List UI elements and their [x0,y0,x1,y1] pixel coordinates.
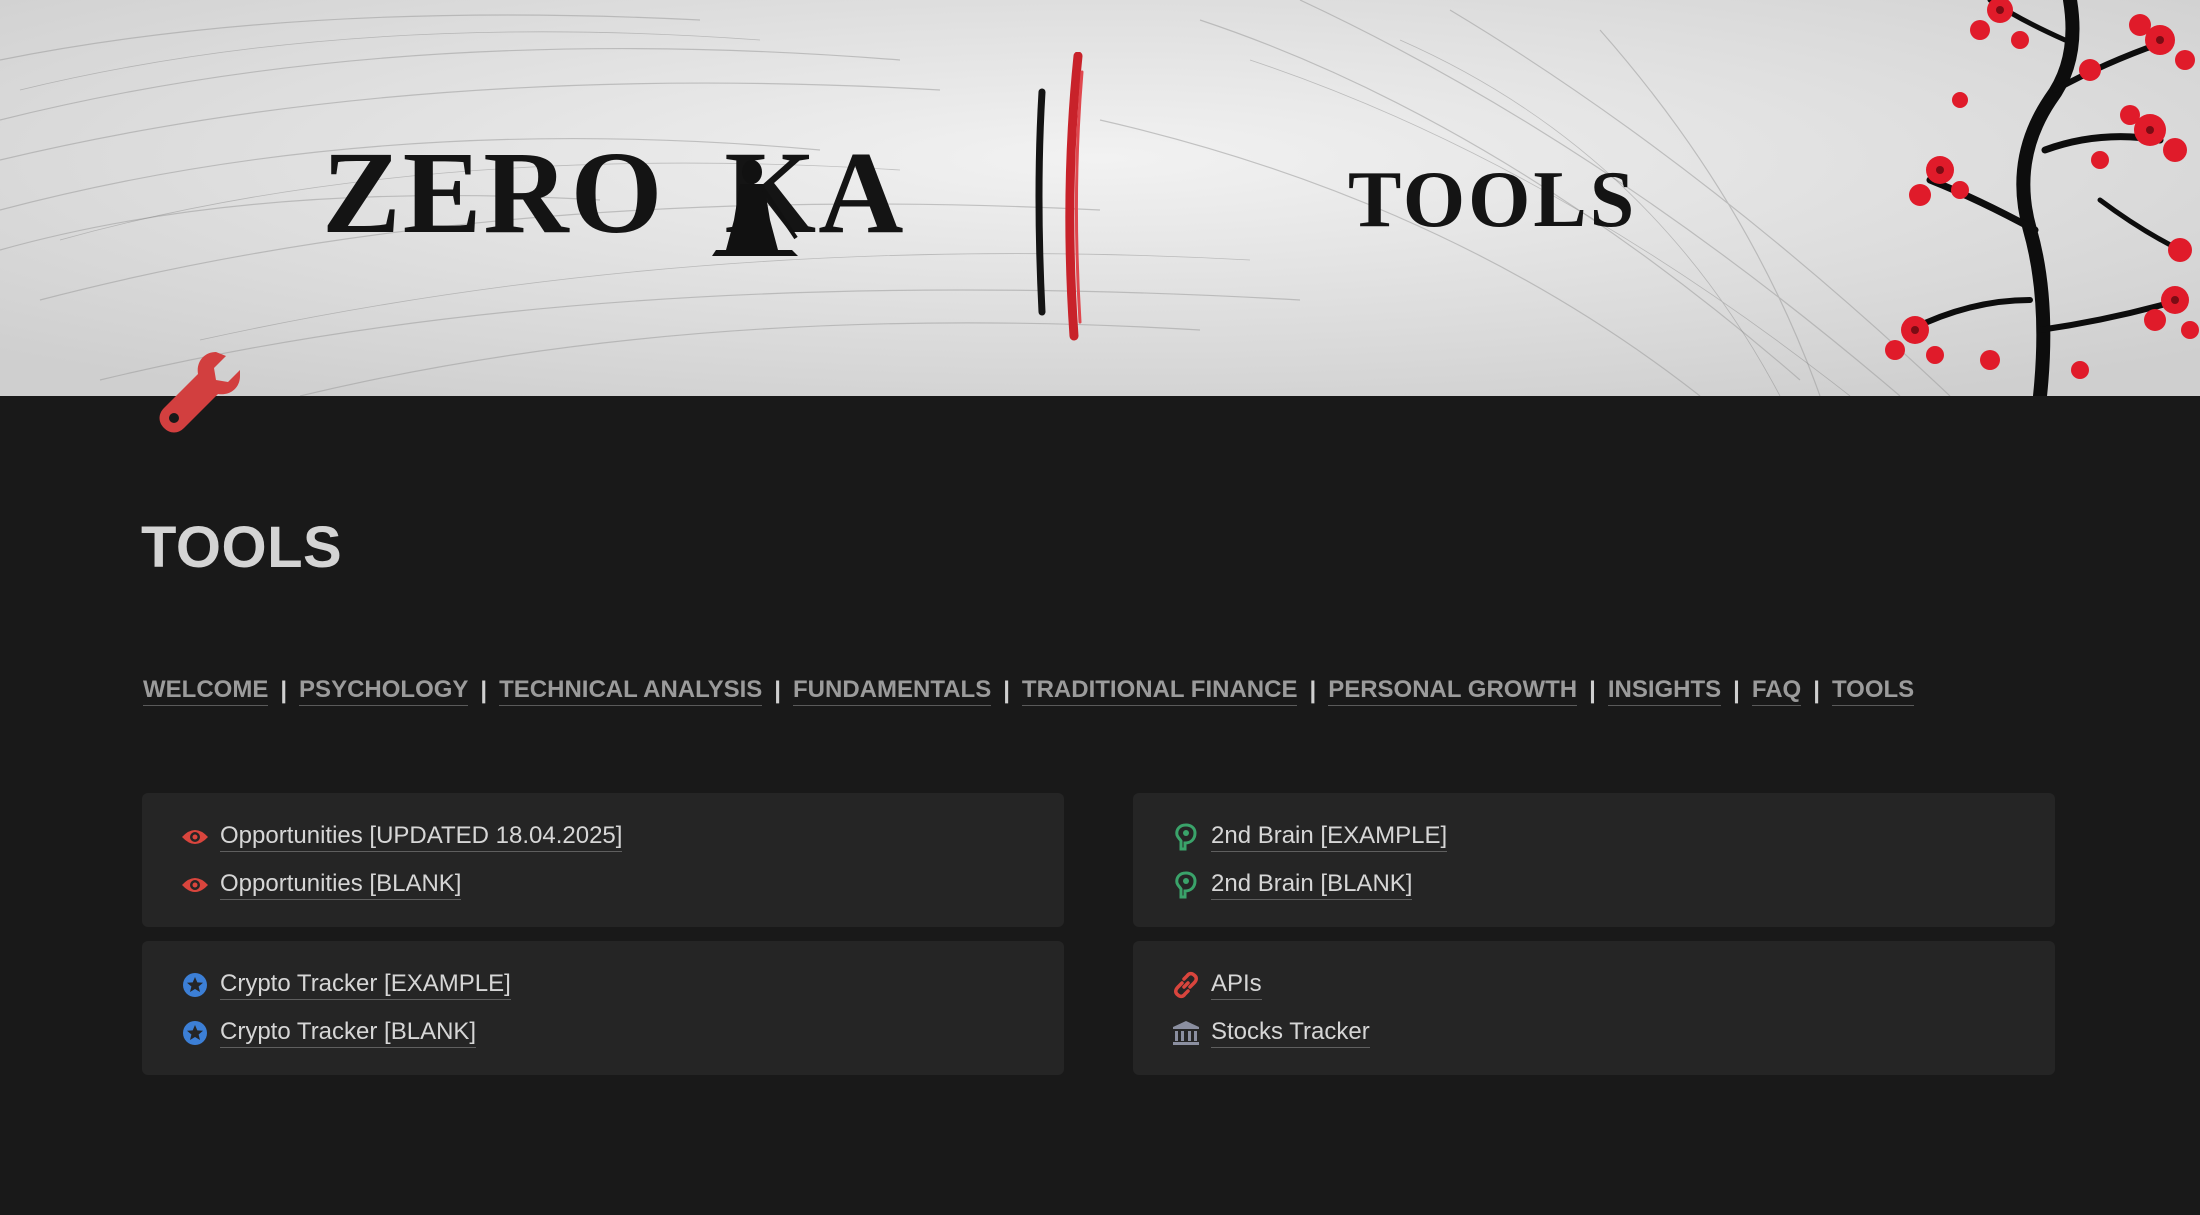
eye-icon [180,822,210,852]
nav-link-faq[interactable]: FAQ [1751,676,1802,706]
crypto-tracker-card: Crypto Tracker [EXAMPLE] Crypto Tracker … [142,941,1064,1075]
bank-icon [1171,1018,1201,1048]
cherry-blossom-icon [1885,0,2199,396]
nav-link-technical-analysis[interactable]: TECHNICAL ANALYSIS [499,676,763,706]
nav-link-insights[interactable]: INSIGHTS [1607,676,1722,706]
page-link-2nd-brain-example[interactable]: 2nd Brain [EXAMPLE] [1171,813,2055,861]
nav-separator: | [774,676,781,704]
eye-icon [180,870,210,900]
samurai-silhouette-icon [712,160,798,256]
star-badge-icon [180,970,210,1000]
breadcrumb-nav: WELCOME | PSYCHOLOGY | TECHNICAL ANALYSI… [143,676,1915,706]
nav-link-traditional-finance[interactable]: TRADITIONAL FINANCE [1021,676,1298,706]
page-link-label: Crypto Tracker [BLANK] [220,1018,477,1048]
page-link-label: 2nd Brain [EXAMPLE] [1211,822,1448,852]
cover-banner: ZERO KA TOOLS [0,0,2200,396]
page-link-crypto-tracker-blank[interactable]: Crypto Tracker [BLANK] [180,1009,1064,1057]
brand-left-text: ZERO [322,127,665,258]
nav-separator: | [280,676,288,704]
apis-stocks-card: APIs Stocks Tracker [1133,941,2055,1075]
nav-link-psychology[interactable]: PSYCHOLOGY [299,676,469,706]
page-link-label: Crypto Tracker [EXAMPLE] [220,970,511,1000]
page-title: TOOLS [141,515,343,580]
page-link-apis[interactable]: APIs [1171,961,2055,1009]
wrench-icon[interactable] [154,346,250,442]
brand-logo-text: ZERO KA [322,134,905,252]
brain-head-icon [1171,822,1201,852]
page-link-label: 2nd Brain [BLANK] [1211,870,1413,900]
nav-separator: | [1813,676,1820,704]
second-brain-card: 2nd Brain [EXAMPLE] 2nd Brain [BLANK] [1133,793,2055,927]
cover-title: TOOLS [1348,156,1638,244]
nav-separator: | [1309,676,1317,704]
star-badge-icon [180,1018,210,1048]
nav-link-tools[interactable]: TOOLS [1831,676,1915,706]
brain-head-icon [1171,870,1201,900]
nav-separator: | [1589,676,1596,704]
nav-separator: | [480,676,488,704]
page-link-opportunities-blank[interactable]: Opportunities [BLANK] [180,861,1064,909]
link-icon [1171,970,1201,1000]
ink-slash-icon [1035,52,1084,341]
nav-separator: | [1733,676,1740,704]
page-link-2nd-brain-blank[interactable]: 2nd Brain [BLANK] [1171,861,2055,909]
page-link-label: Opportunities [BLANK] [220,870,462,900]
page-link-stocks-tracker[interactable]: Stocks Tracker [1171,1009,2055,1057]
page-link-opportunities-updated[interactable]: Opportunities [UPDATED 18.04.2025] [180,813,1064,861]
page-link-crypto-tracker-example[interactable]: Crypto Tracker [EXAMPLE] [180,961,1064,1009]
page-link-label: Stocks Tracker [1211,1018,1370,1048]
opportunities-card: Opportunities [UPDATED 18.04.2025] Oppor… [142,793,1064,927]
page-link-label: APIs [1211,970,1262,1000]
page-link-label: Opportunities [UPDATED 18.04.2025] [220,822,623,852]
nav-link-welcome[interactable]: WELCOME [143,676,269,706]
nav-link-personal-growth[interactable]: PERSONAL GROWTH [1328,676,1578,706]
nav-separator: | [1003,676,1010,704]
nav-link-fundamentals[interactable]: FUNDAMENTALS [793,676,992,706]
